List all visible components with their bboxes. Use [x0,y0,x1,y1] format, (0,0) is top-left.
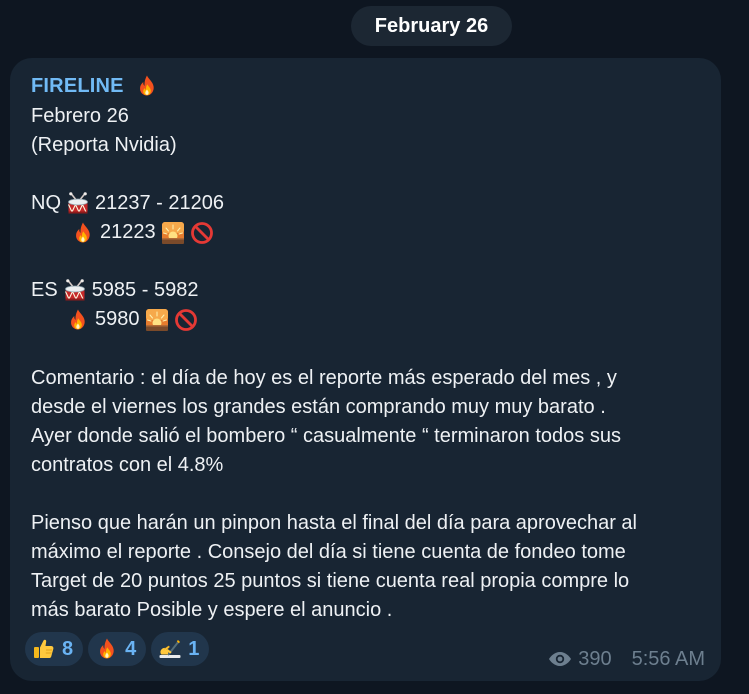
es-range-value: 5985 - 5982 [91,279,199,301]
advice-line-4: más barato Posible y espere el anuncio . [31,599,393,621]
message-line-date: Febrero 26 [31,105,129,127]
advice-line-1: Pienso que harán un pinpon hasta el fina… [31,512,637,534]
advice-line-3: Target de 20 puntos 25 puntos si tiene c… [31,570,630,592]
view-count: 390 [578,647,612,670]
nq-range-value: 21237 - 21206 [95,192,225,214]
es-range-line: ES 5985 - 5982 [31,276,198,305]
es-target-line: 5980 [66,305,203,334]
writing-hand-icon [158,637,182,661]
reaction-fire[interactable]: 4 [88,632,147,666]
reaction-writing-hand[interactable]: 1 [151,632,210,666]
nq-label: NQ [31,192,61,214]
no-entry-icon [174,308,198,332]
message-meta: 390 5:56 AM [548,647,705,671]
sender-name[interactable]: FIRELINE [31,75,124,98]
reaction-count: 8 [62,637,74,660]
comment-line-4: contratos con el 4.8% [31,454,224,476]
comment-line-2: desde el viernes los grandes están compr… [31,396,606,418]
advice-line-2: máximo el reporte . Consejo del día si t… [31,541,626,563]
date-separator: February 26 [351,6,512,46]
nq-range-line: NQ 21237 - 21206 [31,189,224,218]
sunrise-icon [161,221,185,245]
fire-icon [135,74,159,98]
comment-line-1: Comentario : el día de hoy es el reporte… [31,367,617,389]
message-line-report: (Reporta Nvidia) [31,134,177,156]
reactions-bar: 8 4 1 [25,632,210,666]
thumbs-up-icon [32,637,56,661]
es-label: ES [31,279,58,301]
reaction-count: 1 [188,637,200,660]
comment-line-3: Ayer donde salió el bombero “ casualment… [31,425,621,447]
message-time: 5:56 AM [631,647,705,670]
message-sender[interactable]: FIRELINE [31,74,164,98]
es-target-value: 5980 [95,308,140,330]
no-entry-icon [190,221,214,245]
drum-icon [63,279,87,303]
drum-icon [66,192,90,216]
reaction-count: 4 [125,637,137,660]
fire-icon [95,637,119,661]
fire-icon [66,308,90,332]
message-bubble[interactable]: FIRELINE Febrero 26 (Reporta Nvidia) NQ … [10,58,721,681]
nq-target-line: 21223 [71,218,219,247]
sunrise-icon [145,308,169,332]
reaction-thumbs-up[interactable]: 8 [25,632,84,666]
fire-icon [71,221,95,245]
eye-icon [548,647,572,671]
nq-target-value: 21223 [100,221,156,243]
